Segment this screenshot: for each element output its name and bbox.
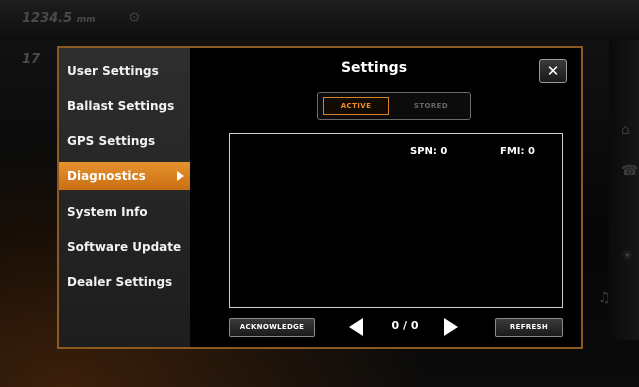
sidebar-item-label: GPS Settings bbox=[67, 134, 156, 148]
music-icon: ♫ bbox=[598, 290, 611, 306]
home-icon: ⌂ bbox=[621, 122, 630, 138]
sidebar-item-label: Software Update bbox=[67, 240, 182, 254]
page-total: 0 bbox=[410, 319, 419, 332]
page-current: 0 bbox=[391, 319, 400, 332]
sidebar-item-label: Dealer Settings bbox=[67, 275, 173, 289]
toggle-stored[interactable]: STORED bbox=[398, 97, 464, 115]
light-icon: ☀ bbox=[621, 248, 634, 264]
sidebar-item-label: System Info bbox=[67, 205, 148, 219]
sidebar-item-gps-settings[interactable]: GPS Settings bbox=[59, 127, 190, 155]
spn-label: SPN: bbox=[410, 146, 437, 157]
sidebar-item-label: Diagnostics bbox=[67, 169, 146, 183]
spn-value: 0 bbox=[440, 146, 448, 157]
background-readout-second: 17 bbox=[22, 52, 40, 67]
close-button[interactable]: ✕ bbox=[539, 59, 567, 83]
background-readout-unit: mm bbox=[76, 15, 96, 25]
phone-icon: ☎ bbox=[621, 163, 639, 179]
sidebar-item-system-info[interactable]: System Info bbox=[59, 198, 190, 226]
background-readout: 1234.5 mm bbox=[22, 11, 95, 26]
page-indicator: 0 / 0 bbox=[371, 319, 439, 332]
gear-icon: ⚙ bbox=[128, 10, 141, 26]
sidebar-item-user-settings[interactable]: User Settings bbox=[59, 57, 190, 85]
close-icon: ✕ bbox=[546, 62, 560, 80]
background-readout-second-value: 17 bbox=[22, 52, 41, 67]
sidebar-item-diagnostics[interactable]: Diagnostics bbox=[59, 162, 190, 190]
settings-sidebar: User Settings Ballast Settings GPS Setti… bbox=[59, 48, 190, 347]
refresh-button[interactable]: REFRESH bbox=[495, 318, 563, 337]
arrow-left-icon[interactable] bbox=[349, 318, 363, 336]
fmi-readout: FMI: 0 bbox=[500, 146, 535, 157]
background-right-bar bbox=[609, 40, 639, 340]
settings-dialog: User Settings Ballast Settings GPS Setti… bbox=[57, 46, 583, 349]
background-readout-value: 1234.5 bbox=[22, 11, 73, 26]
sidebar-item-dealer-settings[interactable]: Dealer Settings bbox=[59, 268, 190, 296]
page-separator: / bbox=[402, 319, 408, 332]
sidebar-item-ballast-settings[interactable]: Ballast Settings bbox=[59, 92, 190, 120]
fmi-label: FMI: bbox=[500, 146, 525, 157]
sidebar-item-label: Ballast Settings bbox=[67, 99, 175, 113]
fmi-value: 0 bbox=[528, 146, 535, 157]
dialog-title: Settings bbox=[340, 60, 408, 76]
chevron-right-icon bbox=[177, 171, 184, 181]
active-stored-toggle: ACTIVE STORED bbox=[317, 92, 471, 120]
sidebar-item-label: User Settings bbox=[67, 64, 159, 78]
diagnostics-panel: SPN: 0 FMI: 0 bbox=[229, 133, 563, 308]
spn-readout: SPN: 0 bbox=[410, 146, 447, 157]
background-top-bar bbox=[0, 0, 639, 40]
arrow-right-icon[interactable] bbox=[444, 318, 458, 336]
sidebar-item-software-update[interactable]: Software Update bbox=[59, 233, 190, 261]
toggle-active[interactable]: ACTIVE bbox=[323, 97, 389, 115]
acknowledge-button[interactable]: ACKNOWLEDGE bbox=[229, 318, 315, 337]
